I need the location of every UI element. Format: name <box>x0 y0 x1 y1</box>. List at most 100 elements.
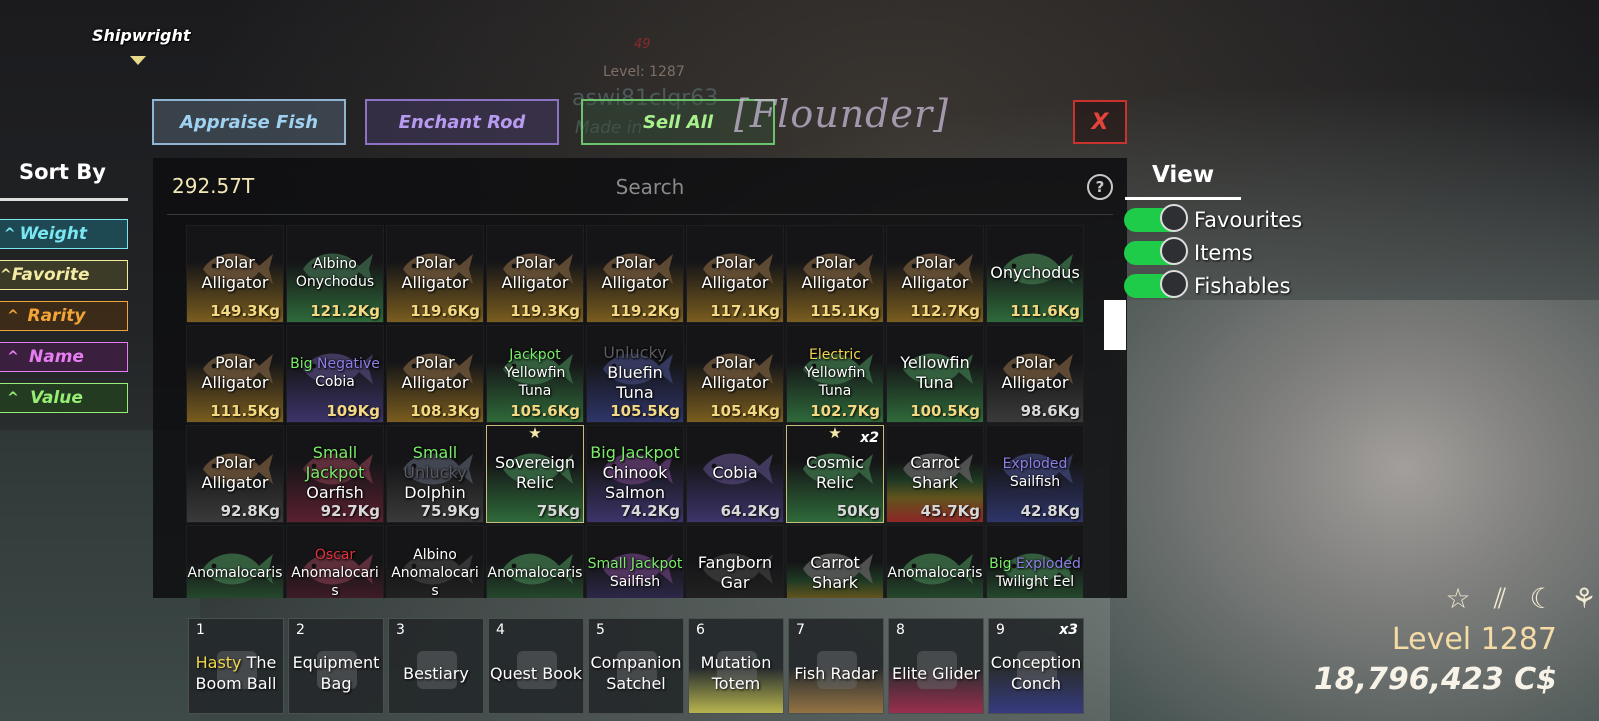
fish-slot[interactable]: Exploded Sailfish 42.8Kg <box>986 425 1084 523</box>
fish-name: Polar Alligator <box>401 253 469 292</box>
fish-slot[interactable]: Big Exploded Twilight Eel <box>986 525 1084 598</box>
fish-modifier: Electric <box>809 347 861 363</box>
fish-slot[interactable]: ★ x2 Cosmic Relic 50Kg <box>786 425 884 523</box>
fish-slot[interactable]: Polar Alligator 112.7Kg <box>886 225 984 323</box>
fish-name: Small Jackpot Oarfish <box>305 443 365 502</box>
toggle-switch[interactable] <box>1124 270 1188 298</box>
fish-name: Small Jackpot Sailfish <box>587 556 683 590</box>
fish-weight: 92.7Kg <box>320 502 380 520</box>
fish-name: Polar Alligator <box>601 253 669 292</box>
toggle-fishables[interactable]: Fishables <box>1124 270 1291 298</box>
fish-slot[interactable]: Albino Anomalocari s <box>386 525 484 598</box>
fish-slot[interactable]: Electric Yellowfin Tuna 102.7Kg <box>786 325 884 423</box>
fish-slot[interactable]: ★ Sovereign Relic 75Kg <box>486 425 584 523</box>
fish-weight: 109Kg <box>326 402 380 420</box>
fish-weight: 149.3Kg <box>210 302 280 320</box>
hotbar-slot-3[interactable]: 3 Bestiary <box>388 618 484 714</box>
fish-slot[interactable]: Jackpot Yellowfin Tuna 105.6Kg <box>486 325 584 423</box>
fish-slot[interactable]: Polar Alligator 98.6Kg <box>986 325 1084 423</box>
close-button[interactable]: X <box>1073 100 1127 144</box>
toggle-switch[interactable] <box>1124 237 1188 265</box>
slot-label: Equipment Bag <box>292 653 380 693</box>
fish-modifier: Oscar <box>314 547 356 563</box>
fish-slot[interactable]: Big Jackpot Chinook Salmon 74.2Kg <box>586 425 684 523</box>
fish-weight: 45.7Kg <box>920 502 980 520</box>
fish-slot[interactable]: Anomalocaris <box>486 525 584 598</box>
hotbar-slot-1[interactable]: 1 Hasty The Boom Ball <box>188 618 284 714</box>
sort-weight-button[interactable]: ^ Weight <box>0 219 128 249</box>
sort-value-button[interactable]: ^ Value <box>0 383 128 413</box>
fish-weight: 105.6Kg <box>510 402 580 420</box>
inventory-scrollbar[interactable] <box>1104 300 1126 350</box>
toggle-items[interactable]: Items <box>1124 237 1253 265</box>
fish-slot[interactable]: Polar Alligator 115.1Kg <box>786 225 884 323</box>
hotbar-slot-6[interactable]: 6 Mutation Totem <box>688 618 784 714</box>
fish-slot[interactable]: Polar Alligator 108.3Kg <box>386 325 484 423</box>
fish-slot[interactable]: Polar Alligator 119.2Kg <box>586 225 684 323</box>
fish-slot[interactable]: Oscar Anomalocari s <box>286 525 384 598</box>
fish-slot[interactable]: Yellowfin Tuna 100.5Kg <box>886 325 984 423</box>
hotbar-slot-2[interactable]: 2 Equipment Bag <box>288 618 384 714</box>
enchant-rod-button[interactable]: Enchant Rod <box>365 99 559 145</box>
fish-slot[interactable]: Onychodus 111.6Kg <box>986 225 1084 323</box>
fish-name: Anomalocaris <box>487 565 583 581</box>
fish-name: Polar Alligator <box>801 253 869 292</box>
fish-slot[interactable]: Small Jackpot Oarfish 92.7Kg <box>286 425 384 523</box>
fish-name: Carrot Shark <box>810 553 860 592</box>
sort-label: Weight <box>19 224 87 244</box>
background-floor-right <box>1110 300 1599 721</box>
fish-slot[interactable]: Polar Alligator 119.6Kg <box>386 225 484 323</box>
slot-number: 6 <box>696 622 705 638</box>
slot-label: Bestiary <box>403 663 469 683</box>
fish-slot[interactable]: Polar Alligator 117.1Kg <box>686 225 784 323</box>
fish-slot[interactable]: Polar Alligator 119.3Kg <box>486 225 584 323</box>
fish-slot[interactable]: Small Jackpot Sailfish <box>586 525 684 598</box>
hotbar-slot-8[interactable]: 8 Elite Glider <box>888 618 984 714</box>
fish-slot[interactable]: Polar Alligator 92.8Kg <box>186 425 284 523</box>
fish-weight: 42.8Kg <box>1020 502 1080 520</box>
fish-slot[interactable]: Polar Alligator 111.5Kg <box>186 325 284 423</box>
hotbar-slot-7[interactable]: 7 Fish Radar <box>788 618 884 714</box>
fish-weight: 105.5Kg <box>610 402 680 420</box>
fish-slot[interactable]: Anomalocaris <box>186 525 284 598</box>
item-modifier: Hasty <box>195 653 247 672</box>
sort-arrow-icon: ^ <box>0 267 12 283</box>
sort-rarity-button[interactable]: ^ Rarity <box>0 301 128 331</box>
fish-slot[interactable]: Big Negative Cobia 109Kg <box>286 325 384 423</box>
fish-slot[interactable]: Carrot Shark 45.7Kg <box>886 425 984 523</box>
fish-slot[interactable]: Unlucky Bluefin Tuna 105.5Kg <box>586 325 684 423</box>
slot-number: 1 <box>196 622 205 638</box>
fish-name: Albino Anomalocari s <box>391 547 479 598</box>
view-underline <box>1125 197 1241 200</box>
fish-modifier: Negative <box>312 356 380 372</box>
fish-slot[interactable]: Small Unlucky Dolphin 75.9Kg <box>386 425 484 523</box>
fish-slot[interactable]: Cobia 64.2Kg <box>686 425 784 523</box>
hotbar-slot-5[interactable]: 5 Companion Satchel <box>588 618 684 714</box>
hotbar-slot-9[interactable]: 9 x3 Conception Conch <box>988 618 1084 714</box>
appraise-fish-button[interactable]: Appraise Fish <box>152 99 346 145</box>
fish-slot[interactable]: Anomalocaris <box>886 525 984 598</box>
fish-weight: 64.2Kg <box>720 502 780 520</box>
hotbar-slot-4[interactable]: 4 Quest Book <box>488 618 584 714</box>
fish-name: Big Jackpot Chinook Salmon <box>590 443 680 502</box>
sort-underline <box>0 198 128 201</box>
toggle-switch[interactable] <box>1124 204 1188 232</box>
fish-slot[interactable]: Polar Alligator 105.4Kg <box>686 325 784 423</box>
sort-favorite-button[interactable]: ^ Favorite <box>0 260 128 290</box>
sort-arrow-icon: ^ <box>7 349 19 365</box>
fish-weight: 111.6Kg <box>1010 302 1080 320</box>
search-input[interactable] <box>453 168 847 206</box>
fish-name: Cosmic Relic <box>805 453 865 492</box>
toggle-favourites[interactable]: Favourites <box>1124 204 1302 232</box>
fish-modifier: Jackpot <box>305 463 365 482</box>
fish-slot[interactable]: Carrot Shark <box>786 525 884 598</box>
fish-name: Oscar Anomalocari s <box>291 547 379 598</box>
fish-slot[interactable]: Albino Onychodus 121.2Kg <box>286 225 384 323</box>
status-icons: ☆ ⫽ ☾ ⚘ <box>1442 582 1599 616</box>
fish-slot[interactable]: Polar Alligator 149.3Kg <box>186 225 284 323</box>
help-icon[interactable]: ? <box>1087 174 1113 200</box>
fish-slot[interactable]: Fangborn Gar <box>686 525 784 598</box>
slot-label: Conception Conch <box>990 653 1082 693</box>
fish-name: Polar Alligator <box>401 353 469 392</box>
sort-name-button[interactable]: ^ Name <box>0 342 128 372</box>
